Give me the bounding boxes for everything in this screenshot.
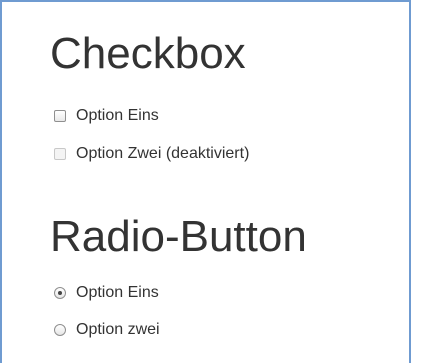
checkbox-option-eins[interactable]: Option Eins: [54, 106, 159, 126]
checkbox-option-eins-box[interactable]: [54, 110, 66, 122]
radio-option-zwei-label[interactable]: Option zwei: [76, 320, 160, 340]
radio-option-eins-label[interactable]: Option Eins: [76, 283, 159, 303]
form-panel: Checkbox Option Eins Option Zwei (deakti…: [0, 0, 411, 363]
checkbox-heading: Checkbox: [50, 29, 246, 78]
checkbox-option-zwei: Option Zwei (deaktiviert): [54, 144, 249, 164]
radio-option-zwei-button[interactable]: [54, 324, 66, 336]
radio-option-eins[interactable]: Option Eins: [54, 283, 159, 303]
checkbox-option-zwei-label: Option Zwei (deaktiviert): [76, 145, 250, 162]
radio-option-eins-button[interactable]: [54, 287, 66, 299]
radio-heading: Radio-Button: [50, 212, 307, 261]
radio-option-zwei[interactable]: Option zwei: [54, 320, 160, 340]
checkbox-option-eins-label[interactable]: Option Eins: [76, 106, 159, 126]
checkbox-option-zwei-box: [54, 148, 66, 160]
